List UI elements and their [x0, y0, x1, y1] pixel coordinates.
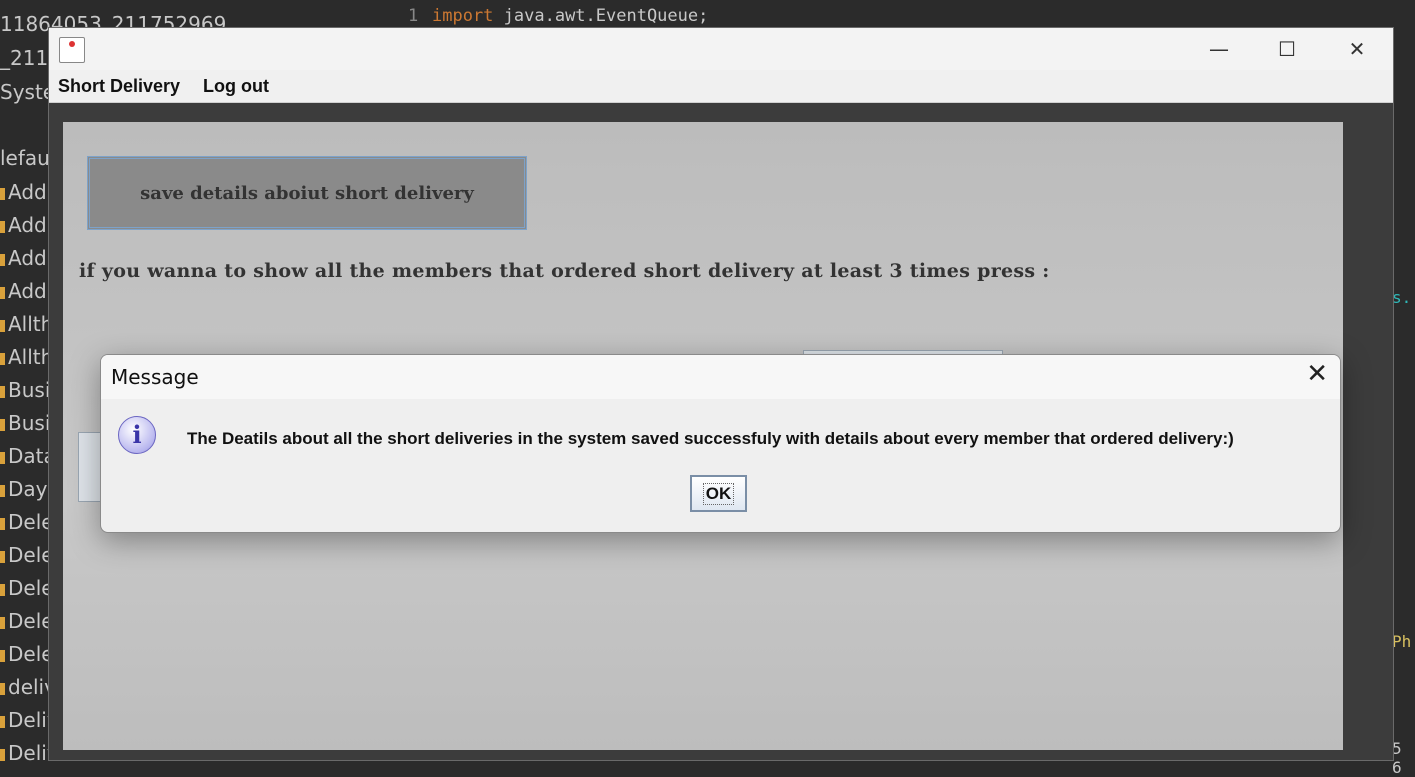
- tree-row[interactable]: Add: [0, 213, 47, 237]
- maximize-button[interactable]: ☐: [1253, 28, 1321, 70]
- tree-row[interactable]: Add: [0, 279, 47, 303]
- file-icon: [0, 253, 5, 266]
- tree-row[interactable]: Dele: [0, 576, 54, 600]
- file-icon: [0, 352, 5, 365]
- tree-row[interactable]: Add: [0, 180, 47, 204]
- file-icon: [0, 451, 5, 464]
- file-icon: [0, 418, 5, 431]
- tree-row[interactable]: Dele: [0, 642, 54, 666]
- ide-right-gutter: s. Ph 5 6: [1392, 28, 1415, 777]
- tree-row[interactable]: Allth: [0, 312, 53, 336]
- save-details-button[interactable]: save details aboiut short delivery: [87, 156, 527, 230]
- file-icon: [0, 715, 5, 728]
- code-editor-line[interactable]: 1 import java.awt.EventQueue;: [340, 0, 1415, 28]
- tree-row[interactable]: Dele: [0, 543, 54, 567]
- line-number: 1: [408, 6, 419, 26]
- file-icon: [0, 682, 5, 695]
- file-icon: [0, 286, 5, 299]
- file-icon: [0, 385, 5, 398]
- message-dialog: Message ✕ i The Deatils about all the sh…: [100, 354, 1341, 533]
- file-icon: [0, 484, 5, 497]
- tree-row[interactable]: Busi: [0, 411, 50, 435]
- menu-log-out[interactable]: Log out: [203, 76, 269, 97]
- tree-row[interactable]: Dayl: [0, 477, 53, 501]
- tree-row[interactable]: Dele: [0, 510, 54, 534]
- dialog-title: Message: [111, 365, 199, 389]
- tree-row[interactable]: Dele: [0, 609, 54, 633]
- file-icon: [0, 583, 5, 596]
- information-icon: i: [118, 416, 156, 454]
- tree-row[interactable]: Busi: [0, 378, 50, 402]
- file-icon: [0, 319, 5, 332]
- minimize-button[interactable]: —: [1185, 28, 1253, 70]
- menu-short-delivery[interactable]: Short Delivery: [58, 76, 180, 97]
- code-fragment: 5 6: [1392, 739, 1402, 777]
- file-icon: [0, 550, 5, 563]
- file-icon: [0, 517, 5, 530]
- tree-row[interactable]: Add: [0, 246, 47, 270]
- ok-button-label: OK: [702, 482, 735, 505]
- ok-button[interactable]: OK: [690, 475, 747, 512]
- prompt-label: if you wanna to show all the members tha…: [79, 260, 1050, 282]
- window-titlebar[interactable]: — ☐ ✕: [49, 28, 1393, 70]
- code-text: import java.awt.EventQueue;: [432, 6, 709, 26]
- dialog-message: The Deatils about all the short deliveri…: [187, 429, 1234, 448]
- java-app-icon: [59, 37, 85, 63]
- file-icon: [0, 649, 5, 662]
- code-fragment: s.: [1392, 288, 1412, 307]
- file-icon: [0, 220, 5, 233]
- file-icon: [0, 187, 5, 200]
- tree-row[interactable]: Allth: [0, 345, 53, 369]
- tree-row[interactable]: lefau: [0, 146, 50, 170]
- menu-bar: Short Delivery Log out: [49, 70, 1393, 103]
- dialog-titlebar[interactable]: Message ✕: [101, 355, 1340, 399]
- code-fragment: Ph: [1392, 632, 1412, 651]
- file-icon: [0, 616, 5, 629]
- tree-row[interactable]: Syste: [0, 80, 55, 104]
- dialog-close-icon[interactable]: ✕: [1306, 359, 1328, 389]
- close-button[interactable]: ✕: [1323, 28, 1391, 70]
